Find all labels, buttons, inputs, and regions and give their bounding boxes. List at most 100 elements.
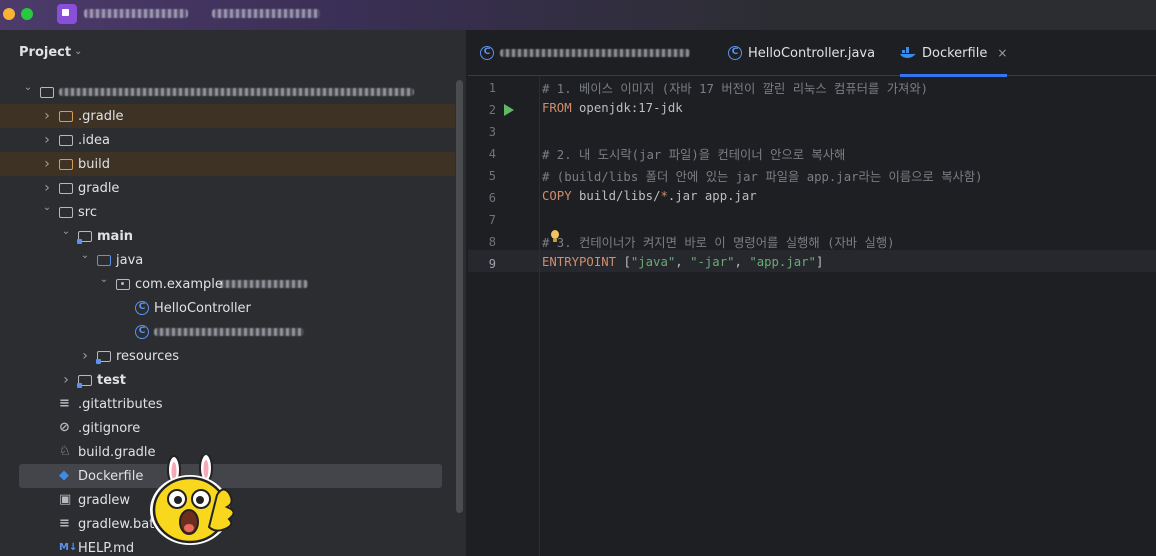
line-number: 4 xyxy=(488,147,496,161)
chevron-down-icon[interactable]: ⌄ xyxy=(98,274,110,285)
blurred-project-name xyxy=(84,9,188,18)
intention-bulb-icon[interactable] xyxy=(550,230,560,243)
tree-item-resources[interactable]: › resources xyxy=(0,344,455,368)
tree-item-label: HELP.md xyxy=(78,540,135,556)
project-tree-scrollbar[interactable] xyxy=(456,80,463,513)
chevron-right-icon[interactable]: › xyxy=(60,372,72,388)
folder-icon xyxy=(40,87,54,98)
chevron-right-icon[interactable]: › xyxy=(79,348,91,364)
folder-icon xyxy=(77,231,92,244)
tree-item-hello[interactable]: C HelloController xyxy=(0,296,455,320)
blurred-tab-label xyxy=(500,49,690,57)
text-file-icon: ≡ xyxy=(59,516,70,531)
blurred-label xyxy=(59,88,414,96)
blurred-branch-name xyxy=(212,9,320,18)
tree-item-build[interactable]: › build xyxy=(0,152,455,176)
tab-dockerfile[interactable]: Dockerfile × xyxy=(900,30,1008,77)
editor-area: C C HelloController.java Dockerfile × 1 2… xyxy=(468,30,1156,556)
tree-item-java[interactable]: ⌄ java xyxy=(0,248,455,272)
tab-label: HelloController.java xyxy=(748,45,876,61)
code-line[interactable]: FROM openjdk:17-jdk xyxy=(542,101,683,115)
editor-gutter: 1 2 3 4 5 6 7 8 9 xyxy=(468,76,540,556)
code-line[interactable]: # 2. 내 도시락(jar 파일)을 컨테이너 안으로 복사해 xyxy=(542,145,845,163)
tree-item-gradle[interactable]: › gradle xyxy=(0,176,455,200)
tree-item-label: build xyxy=(78,156,110,172)
tree-item-label: gradlew.bat xyxy=(78,516,155,532)
tree-item-label: java xyxy=(116,252,144,268)
shell-script-icon: ▣ xyxy=(59,492,72,507)
editor-tab-bar: C C HelloController.java Dockerfile × xyxy=(468,30,1156,77)
tree-item-label: resources xyxy=(116,348,180,364)
chevron-down-icon[interactable]: ⌄ xyxy=(41,202,53,213)
folder-icon xyxy=(59,135,73,146)
tree-item-label: gradlew xyxy=(78,492,131,508)
folder-icon xyxy=(59,207,73,218)
class-icon: C xyxy=(728,46,742,60)
chevron-down-icon[interactable]: ⌄ xyxy=(79,250,91,261)
code-line[interactable]: # 1. 베이스 이미지 (자바 17 버전이 깔린 리눅스 컴퓨터를 가져와) xyxy=(542,79,928,97)
folder-icon xyxy=(96,351,111,364)
tree-item-label: .gitignore xyxy=(78,420,141,436)
tree-item-pkg[interactable]: ⌄ com.example xyxy=(0,272,455,296)
line-number: 2 xyxy=(488,103,496,117)
folder-icon xyxy=(97,255,111,266)
docker-icon xyxy=(900,47,916,58)
chevron-down-icon[interactable]: ⌄ xyxy=(60,226,72,237)
line-number: 6 xyxy=(488,191,496,205)
class-app-icon: C xyxy=(480,46,494,60)
folder-icon xyxy=(59,111,73,122)
folder-icon xyxy=(59,159,73,170)
line-number: 8 xyxy=(488,235,496,249)
tree-item-src[interactable]: ⌄ src xyxy=(0,200,455,224)
tree-item-label: com.example xyxy=(135,276,223,292)
docker-icon: ◆ xyxy=(59,468,69,483)
line-number: 7 xyxy=(488,213,496,227)
tree-item-label: gradle xyxy=(78,180,120,196)
tree-item-main[interactable]: ⌄ main xyxy=(0,224,455,248)
chevron-right-icon[interactable]: › xyxy=(41,132,53,148)
tree-item-label: build.gradle xyxy=(78,444,156,460)
tab-hellocontroller[interactable]: C HelloController.java xyxy=(728,30,875,76)
run-gutter-icon[interactable] xyxy=(504,104,514,116)
window-minimize-button[interactable] xyxy=(3,8,15,20)
tree-item-gradle-hidden[interactable]: › .gradle xyxy=(0,104,455,128)
tree-item-gitattributes[interactable]: ≡ .gitattributes xyxy=(0,392,455,416)
code-line[interactable]: COPY build/libs/*.jar app.jar xyxy=(542,189,757,203)
tree-item-test[interactable]: › test xyxy=(0,368,455,392)
tree-item-app[interactable]: C xyxy=(0,320,455,344)
chevron-down-icon[interactable]: ⌄ xyxy=(74,46,82,57)
folder-icon xyxy=(77,375,92,388)
title-bar xyxy=(0,0,1156,30)
tree-item-label: HelloController xyxy=(154,300,251,316)
code-line[interactable]: # 3. 컨테이너가 켜지면 바로 이 명령어를 실행해 (자바 실행) xyxy=(542,233,895,251)
close-icon[interactable]: × xyxy=(997,46,1007,60)
chevron-down-icon[interactable]: ⌄ xyxy=(22,82,34,93)
line-number: 3 xyxy=(488,125,496,139)
tab-app-class[interactable]: C xyxy=(480,30,690,76)
line-number: 9 xyxy=(488,257,496,271)
chevron-right-icon[interactable]: › xyxy=(41,108,53,124)
tree-item-idea[interactable]: › .idea xyxy=(0,128,455,152)
code-line[interactable]: ENTRYPOINT ["java", "-jar", "app.jar"] xyxy=(542,255,823,269)
tree-item-label: .gitattributes xyxy=(78,396,163,412)
chevron-right-icon[interactable]: › xyxy=(41,180,53,196)
tree-item-label: src xyxy=(78,204,97,220)
package-icon xyxy=(116,279,130,290)
tree-item-label: main xyxy=(97,228,134,244)
mascot-sticker-icon xyxy=(150,455,235,545)
gitignore-icon: ⊘ xyxy=(59,420,70,435)
tree-item-root[interactable]: ⌄ xyxy=(0,80,455,104)
tree-item-gitignore[interactable]: ⊘ .gitignore xyxy=(0,416,455,440)
code-line[interactable]: # (build/libs 폴더 안에 있는 jar 파일을 app.jar라는… xyxy=(542,167,983,185)
tab-label: Dockerfile xyxy=(922,45,988,61)
tree-item-label: Dockerfile xyxy=(78,468,144,484)
window-zoom-button[interactable] xyxy=(21,8,33,20)
project-badge-icon[interactable] xyxy=(57,4,77,24)
gradle-icon: ♘ xyxy=(59,444,71,459)
chevron-right-icon[interactable]: › xyxy=(41,156,53,172)
project-tool-window: Project ⌄ ⌄ › .gradle › .idea › build › gradle ⌄ s… xyxy=(0,30,467,556)
line-number: 1 xyxy=(488,81,496,95)
class-app-icon: C xyxy=(135,325,149,339)
project-panel-title[interactable]: Project xyxy=(19,45,71,60)
blurred-label xyxy=(220,280,308,288)
